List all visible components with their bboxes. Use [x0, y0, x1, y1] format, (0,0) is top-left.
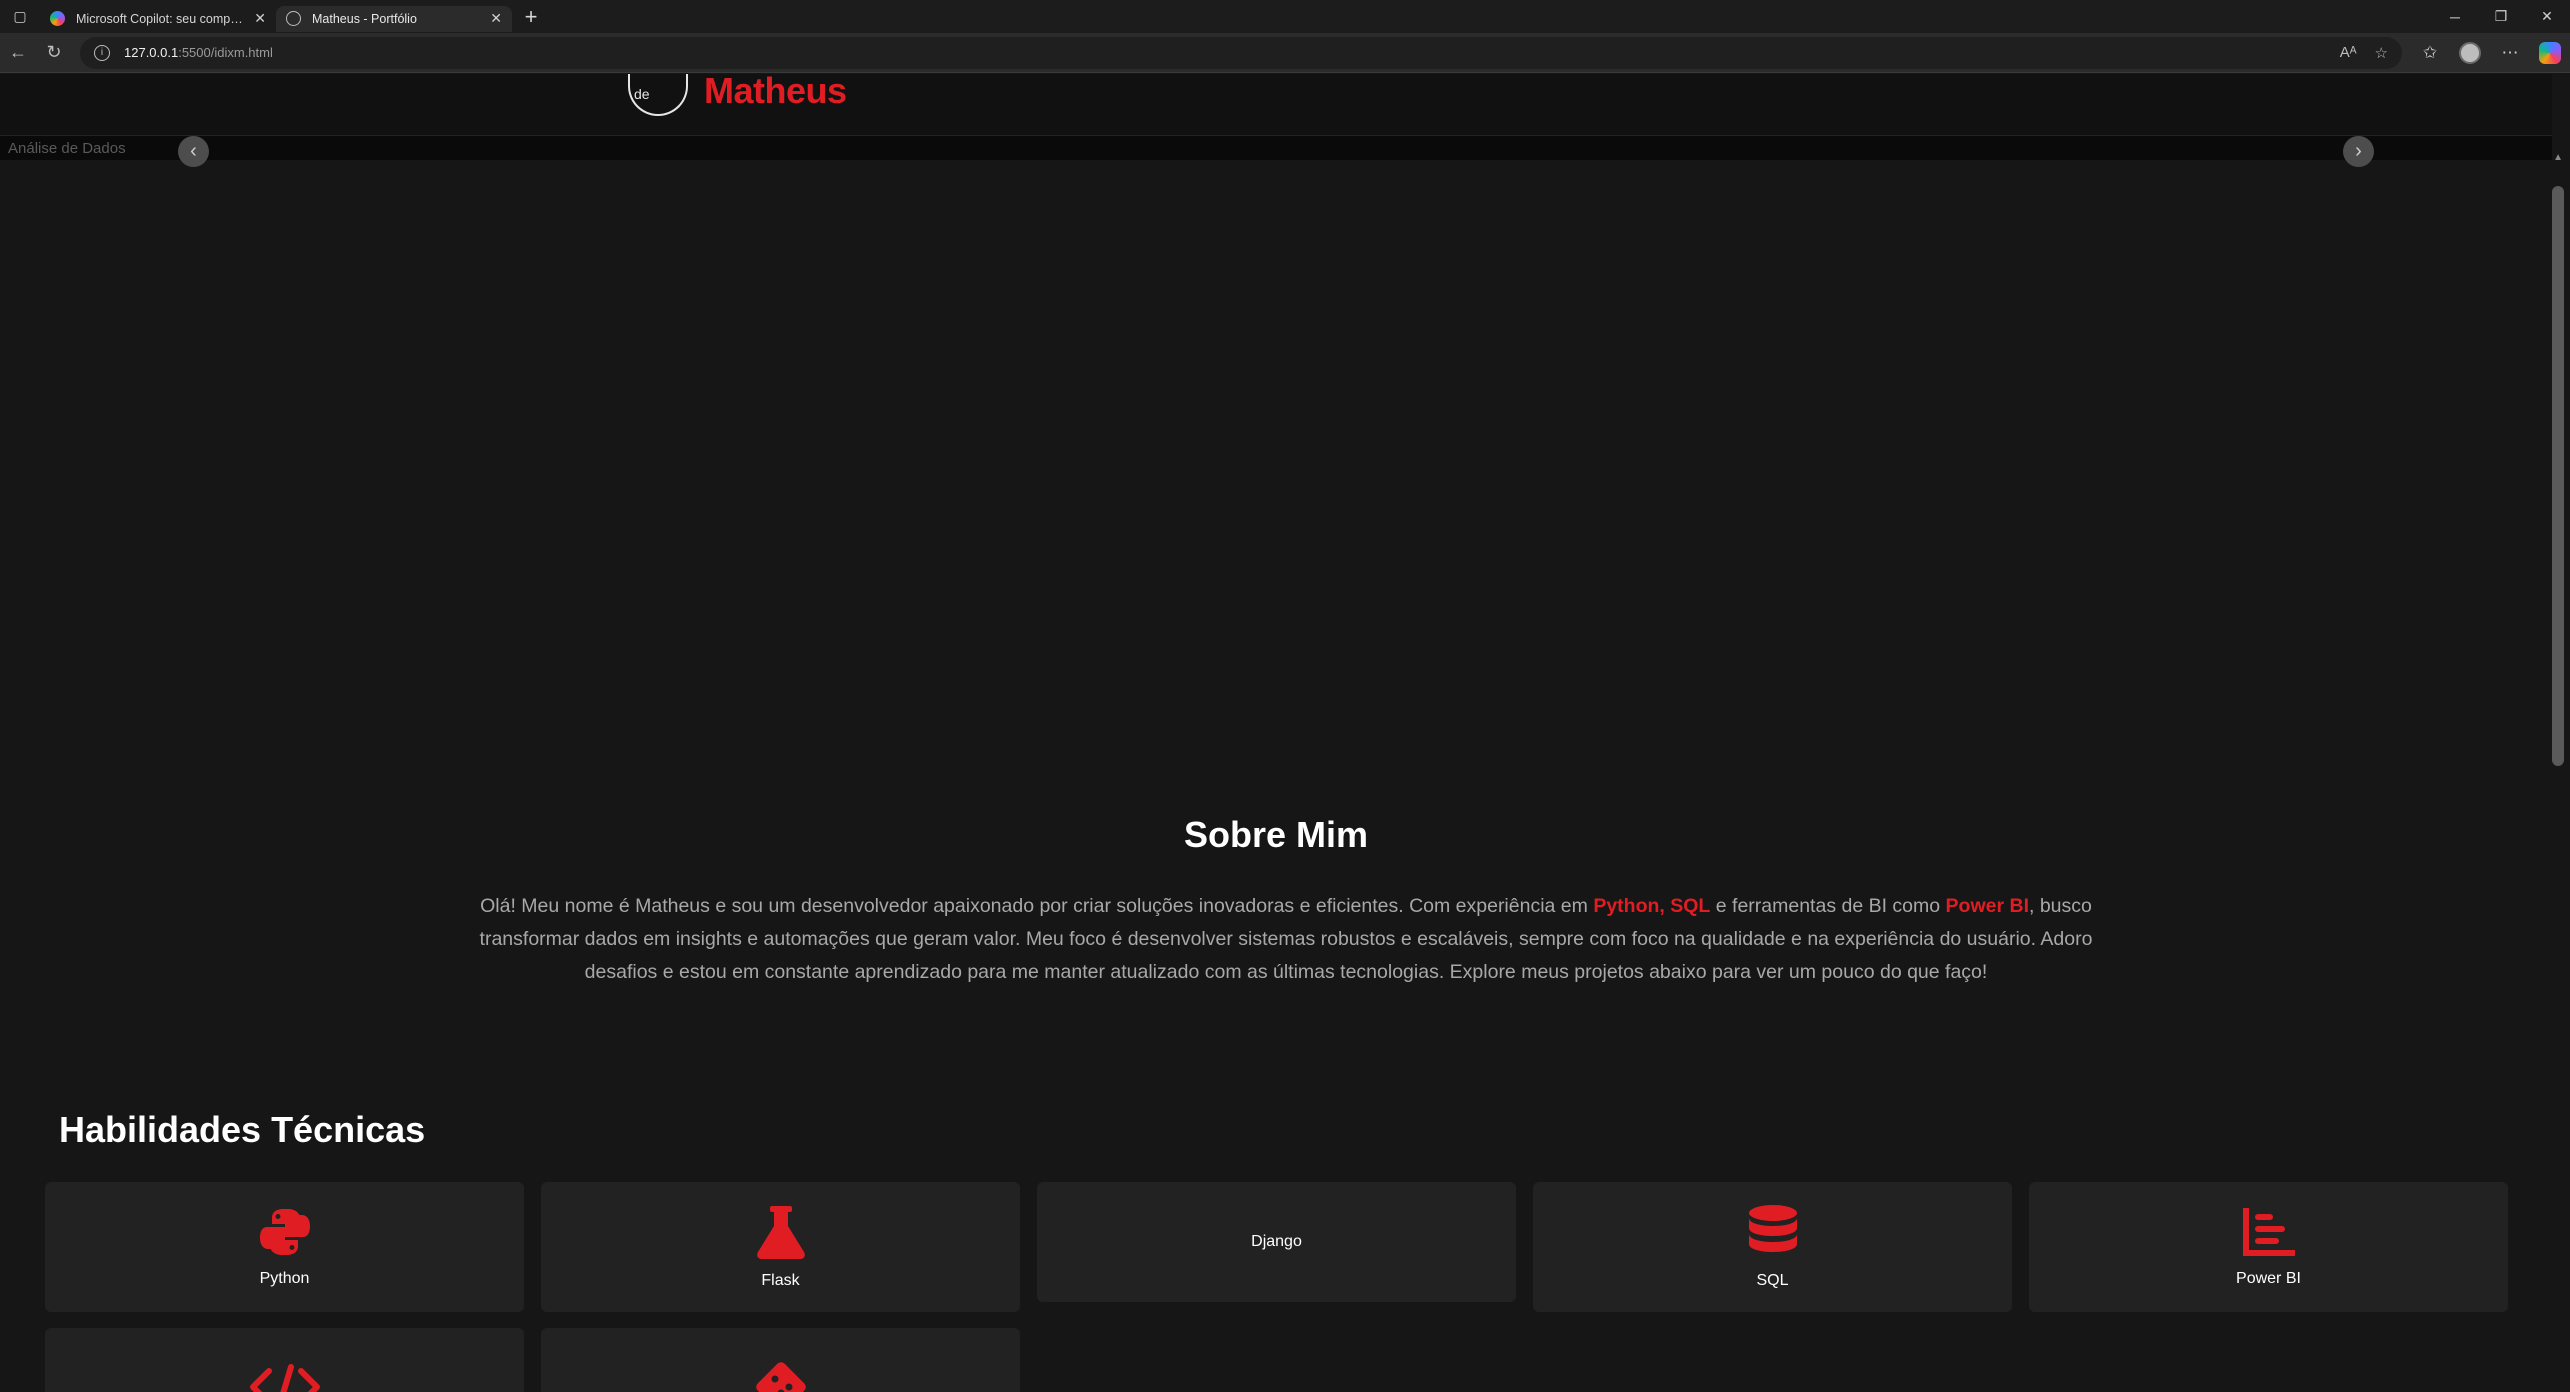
url-host: 127.0.0.1 — [124, 45, 179, 60]
highlight-python: Python — [1593, 895, 1660, 917]
skill-label: SQL — [1756, 1272, 1789, 1289]
site-info-icon[interactable]: i — [94, 44, 110, 61]
highlight-power-bi: Power BI — [1945, 895, 2029, 917]
address-bar: ← ↻ i 127.0.0.1:5500/idixm.html Aᴬ ☆ ✩ ⋯ — [0, 33, 2570, 73]
about-title: Sobre Mim — [1183, 814, 1369, 855]
site-header: de Matheus — [0, 74, 2552, 136]
skill-label: Django — [1251, 1233, 1302, 1250]
logo-text: de — [634, 86, 650, 102]
skill-label: Power BI — [2236, 1270, 2301, 1287]
bar-chart-icon — [2242, 1208, 2295, 1256]
page-viewport: de Matheus Análise de Dados ‹ › Sobre Mi… — [0, 74, 2570, 1392]
skill-card-python[interactable]: Python — [45, 1182, 524, 1312]
highlight-separator: , — [1659, 895, 1671, 917]
tab-copilot[interactable]: Microsoft Copilot: seu companheiro ✕ — [40, 6, 276, 32]
reload-button[interactable]: ↻ — [36, 35, 72, 71]
about-text-part: e ferramentas de BI como — [1710, 895, 1946, 917]
hero-carousel: Análise de Dados ‹ › — [0, 136, 2552, 167]
skill-card-code[interactable] — [45, 1328, 524, 1392]
close-window-icon[interactable]: ✕ — [2524, 0, 2570, 33]
new-tab-button[interactable]: + — [516, 2, 546, 32]
skill-card-power-bi[interactable]: Power BI — [2029, 1182, 2508, 1312]
scrollbar-thumb[interactable] — [2552, 186, 2564, 766]
copilot-icon — [50, 11, 65, 26]
git-icon — [755, 1362, 806, 1392]
more-menu-icon[interactable]: ⋯ — [2490, 35, 2530, 71]
avatar — [2459, 41, 2481, 64]
skill-card-django[interactable]: Django — [1037, 1182, 1516, 1302]
carousel-prev-button[interactable]: ‹ — [178, 136, 209, 167]
flask-icon — [756, 1206, 805, 1259]
about-text: Olá! Meu nome é Matheus e sou um desenvo… — [456, 890, 2116, 989]
tab-title: Matheus - Portfólio — [312, 11, 417, 26]
carousel-next-button[interactable]: › — [2343, 136, 2374, 167]
favorite-star-icon[interactable]: ☆ — [2375, 44, 2388, 62]
skill-label: Flask — [761, 1272, 800, 1289]
database-icon — [1748, 1205, 1797, 1252]
brand-name[interactable]: Matheus — [704, 74, 847, 112]
url-path: :5500/idixm.html — [178, 45, 273, 60]
read-aloud-icon[interactable]: Aᴬ — [2340, 44, 2357, 61]
logo[interactable]: de — [628, 74, 688, 116]
globe-icon — [286, 11, 301, 26]
python-icon — [259, 1209, 310, 1255]
back-button[interactable]: ← — [0, 35, 36, 71]
skill-card-flask[interactable]: Flask — [541, 1182, 1020, 1312]
skill-label: Python — [259, 1270, 310, 1287]
profile-button[interactable] — [2450, 35, 2490, 71]
copilot-button[interactable] — [2530, 35, 2570, 71]
minimize-icon[interactable]: ─ — [2432, 0, 2478, 33]
tab-title: Microsoft Copilot: seu companheiro — [76, 11, 246, 26]
favorites-icon[interactable]: ✩ — [2410, 35, 2450, 71]
close-icon[interactable]: ✕ — [490, 10, 502, 27]
browser-tab-strip: ▢ Microsoft Copilot: seu companheiro ✕ M… — [0, 0, 2570, 33]
carousel-image: Análise de Dados — [8, 140, 126, 157]
restore-icon[interactable]: ❐ — [2478, 0, 2524, 33]
highlight-sql: SQL — [1670, 895, 1711, 917]
skill-card-sql[interactable]: SQL — [1533, 1182, 2012, 1312]
tab-actions-icon[interactable]: ▢ — [0, 0, 40, 33]
window-controls: ─ ❐ ✕ — [2432, 0, 2570, 33]
scroll-up-arrow[interactable]: ▲ — [2553, 152, 2563, 163]
copilot-icon — [2539, 41, 2561, 64]
skill-card-git[interactable] — [541, 1328, 1020, 1392]
code-icon — [249, 1364, 320, 1392]
close-icon[interactable]: ✕ — [254, 10, 266, 27]
about-text-part: Olá! Meu nome é Matheus e sou um desenvo… — [480, 895, 1594, 917]
tab-portfolio[interactable]: Matheus - Portfólio ✕ — [276, 5, 512, 32]
skills-title: Habilidades Técnicas — [59, 1109, 426, 1150]
url-field[interactable]: i 127.0.0.1:5500/idixm.html Aᴬ ☆ — [80, 36, 2402, 69]
